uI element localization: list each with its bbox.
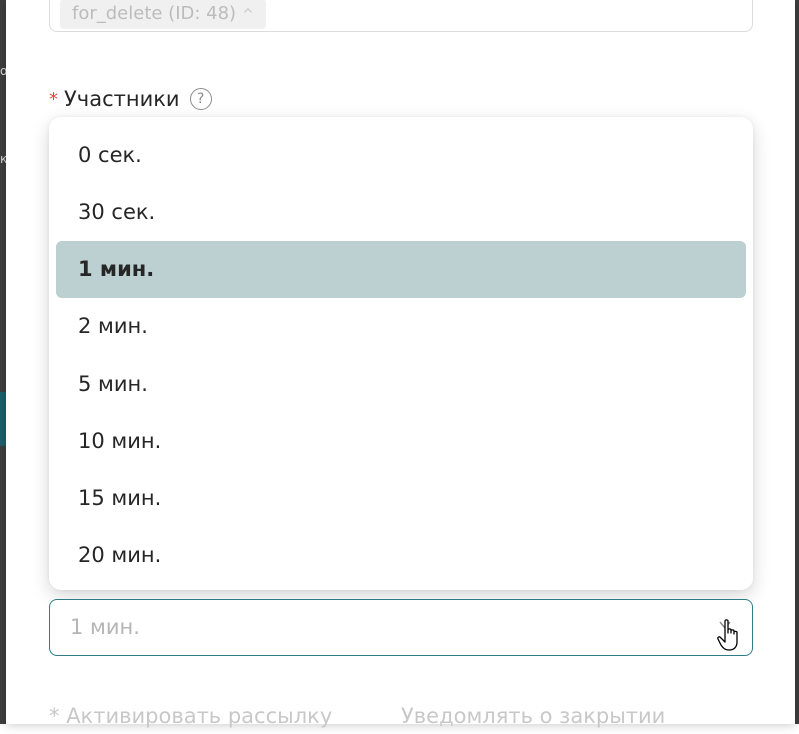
caret-up-icon: ^ [242, 7, 254, 23]
help-icon[interactable]: ? [189, 88, 212, 110]
notify-close-label: Уведомлять о закрытии [401, 704, 666, 728]
participants-label-row: * Участники ? [49, 84, 212, 114]
dropdown-option-selected[interactable]: 1 мин. [56, 241, 746, 298]
bottom-fields-row: * Активировать рассылку Уведомлять о зак… [49, 704, 751, 734]
dropdown-option[interactable]: 2 мин. [56, 298, 746, 355]
dropdown-option[interactable]: 15 мин. [56, 470, 746, 527]
participants-label: Участники [64, 87, 180, 111]
time-select[interactable]: 1 мин. [49, 599, 753, 656]
select-value: 1 мин. [70, 615, 140, 639]
required-mark: * [49, 704, 60, 728]
selected-tag[interactable]: for_delete (ID: 48) ^ [60, 0, 266, 29]
modal-dialog: for_delete (ID: 48) ^ * Участники ? 0 сек… [6, 0, 795, 728]
activate-mailing-label: * Активировать рассылку [49, 704, 332, 728]
hand-cursor-icon [717, 619, 738, 651]
activate-mailing-text: Активировать рассылку [66, 704, 333, 728]
tag-label: for_delete (ID: 48) [72, 3, 237, 24]
dropdown-option[interactable]: 20 мин. [56, 527, 746, 584]
required-mark: * [49, 88, 58, 110]
time-dropdown-menu: 0 сек. 30 сек. 1 мин. 2 мин. 5 мин. 10 м… [49, 117, 753, 590]
dropdown-option[interactable]: 30 сек. [56, 184, 746, 241]
tags-field[interactable]: for_delete (ID: 48) ^ [49, 0, 753, 32]
dropdown-option[interactable]: 10 мин. [56, 413, 746, 470]
dropdown-option[interactable]: 5 мин. [56, 356, 746, 413]
background-overlay-right [795, 0, 799, 724]
dropdown-option[interactable]: 0 сек. [56, 127, 746, 184]
